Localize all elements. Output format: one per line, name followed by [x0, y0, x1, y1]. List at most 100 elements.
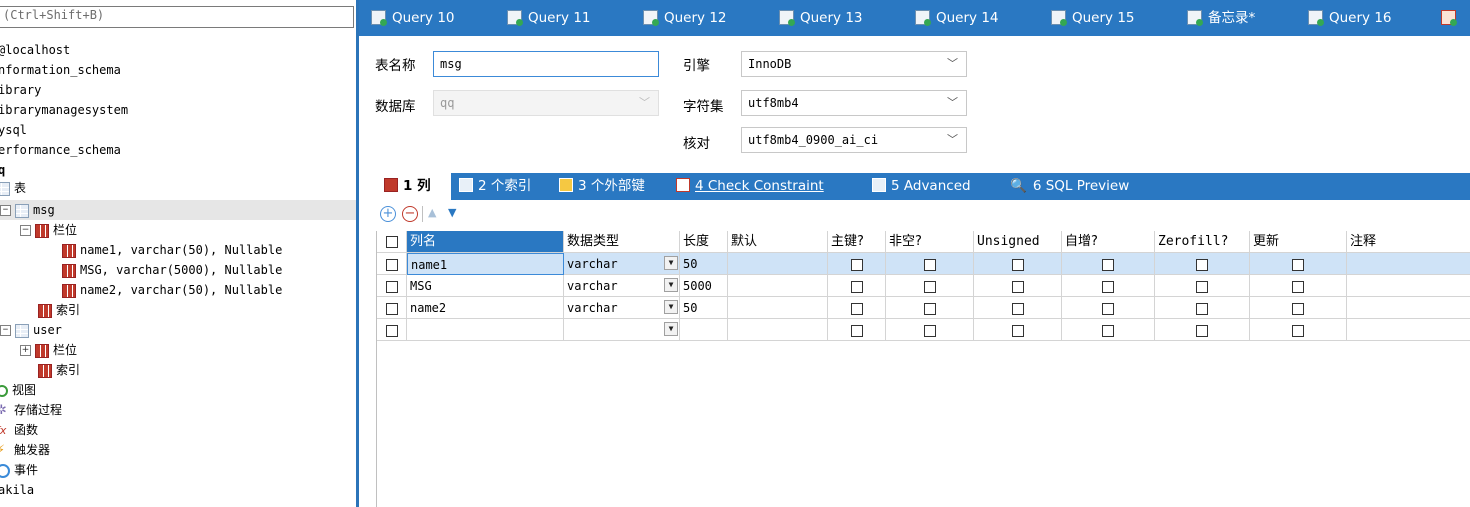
expand-icon[interactable]: + [20, 345, 31, 356]
table-row[interactable]: ▼ [377, 319, 1470, 341]
data-type-cell[interactable]: varchar ▼ [564, 275, 680, 297]
default-cell[interactable] [728, 297, 828, 319]
column-name-cell[interactable]: MSG [407, 275, 564, 297]
move-down-icon[interactable]: ▼ [448, 206, 456, 219]
tree-node-qq[interactable]: q [0, 160, 5, 180]
not-null-checkbox[interactable] [923, 324, 936, 337]
tab-sql-preview[interactable]: 🔍 6 SQL Preview [1010, 173, 1129, 200]
tree-node-msg-indexes[interactable]: 索引 [38, 300, 80, 320]
tree-node-tables[interactable]: 表 [0, 178, 26, 198]
default-cell[interactable] [728, 275, 828, 297]
table-name-input[interactable]: msg [433, 51, 659, 77]
add-column-icon[interactable]: + [380, 206, 396, 222]
auto-increment-checkbox[interactable] [1102, 258, 1114, 271]
primary-key-checkbox[interactable] [850, 280, 863, 293]
default-cell[interactable] [728, 253, 828, 275]
on-update-cell[interactable] [1250, 253, 1347, 275]
row-checkbox[interactable] [385, 258, 398, 271]
tree-node-mysql[interactable]: ysql [0, 120, 27, 140]
tree-node-msg-columns[interactable]: − 栏位 [20, 220, 77, 240]
navigator-search-input[interactable]: (Ctrl+Shift+B) [0, 6, 354, 28]
tab-query-14[interactable]: Query 14 [915, 0, 999, 36]
collapse-icon[interactable]: − [0, 205, 11, 216]
on-update-cell[interactable] [1250, 275, 1347, 297]
tree-node-sakila[interactable]: akila [0, 480, 34, 500]
header-comment[interactable]: 注释 [1347, 231, 1470, 253]
column-name-cell[interactable]: name2 [407, 297, 564, 319]
row-select-cell[interactable] [377, 319, 407, 341]
data-type-cell[interactable]: ▼ [564, 319, 680, 341]
tree-node-column-msg[interactable]: MSG, varchar(5000), Nullable [62, 260, 282, 280]
table-row[interactable]: name2 varchar ▼ 50 [377, 297, 1470, 319]
zerofill-cell[interactable] [1155, 319, 1250, 341]
zerofill-checkbox[interactable] [1196, 324, 1208, 337]
row-select-cell[interactable] [377, 275, 407, 297]
header-not-null[interactable]: 非空? [886, 231, 974, 253]
tab-query-13[interactable]: Query 13 [779, 0, 863, 36]
auto-increment-checkbox[interactable] [1102, 324, 1114, 337]
primary-key-cell[interactable] [828, 275, 886, 297]
default-cell[interactable] [728, 319, 828, 341]
database-select[interactable]: qq ﹀ [433, 90, 659, 116]
on-update-cell[interactable] [1250, 319, 1347, 341]
on-update-checkbox[interactable] [1292, 324, 1304, 337]
auto-increment-cell[interactable] [1062, 319, 1155, 341]
header-default[interactable]: 默认 [728, 231, 828, 253]
charset-select[interactable]: utf8mb4 ﹀ [741, 90, 967, 116]
comment-cell[interactable] [1347, 319, 1470, 341]
tree-node-column-name2[interactable]: name2, varchar(50), Nullable [62, 280, 282, 300]
unsigned-cell[interactable] [974, 253, 1062, 275]
tab-foreign-keys[interactable]: 3 个外部键 [559, 173, 645, 200]
unsigned-cell[interactable] [974, 297, 1062, 319]
remove-column-icon[interactable]: − [402, 206, 418, 222]
header-auto-increment[interactable]: 自增? [1062, 231, 1155, 253]
tree-node-functions[interactable]: fx 函数 [0, 420, 38, 440]
tab-indexes[interactable]: 2 个索引 [459, 173, 531, 200]
zerofill-cell[interactable] [1155, 297, 1250, 319]
zerofill-cell[interactable] [1155, 275, 1250, 297]
collapse-icon[interactable]: − [0, 325, 11, 336]
tree-node-information-schema[interactable]: nformation_schema [0, 60, 121, 80]
not-null-cell[interactable] [886, 297, 974, 319]
not-null-cell[interactable] [886, 319, 974, 341]
tab-query-10[interactable]: Query 10 [371, 0, 455, 36]
header-column-name[interactable]: 列名 [407, 231, 564, 253]
table-row[interactable]: name1 varchar ▼ 50 [377, 253, 1470, 275]
not-null-cell[interactable] [886, 253, 974, 275]
tree-node-user-columns[interactable]: + 栏位 [20, 340, 77, 360]
tree-node-column-name1[interactable]: name1, varchar(50), Nullable [62, 240, 282, 260]
row-select-cell[interactable] [377, 253, 407, 275]
unsigned-checkbox[interactable] [1011, 258, 1024, 271]
column-name-cell[interactable]: name1 [407, 253, 564, 275]
auto-increment-cell[interactable] [1062, 297, 1155, 319]
tree-node-user-indexes[interactable]: 索引 [38, 360, 80, 380]
unsigned-checkbox[interactable] [1011, 302, 1024, 315]
tree-node-localhost[interactable]: @localhost [0, 40, 70, 60]
tree-node-user[interactable]: − user [0, 320, 62, 340]
tab-query-16[interactable]: Query 16 [1308, 0, 1392, 36]
zerofill-checkbox[interactable] [1196, 258, 1208, 271]
auto-increment-checkbox[interactable] [1102, 302, 1114, 315]
row-checkbox[interactable] [385, 324, 398, 337]
tree-node-library[interactable]: ibrary [0, 80, 41, 100]
select-all-checkbox[interactable] [385, 235, 398, 248]
row-select-cell[interactable] [377, 297, 407, 319]
chevron-down-icon[interactable]: ▼ [664, 278, 678, 292]
chevron-down-icon[interactable]: ▼ [664, 322, 678, 336]
move-up-icon[interactable]: ▲ [428, 206, 436, 219]
comment-cell[interactable] [1347, 253, 1470, 275]
on-update-cell[interactable] [1250, 297, 1347, 319]
table-row[interactable]: MSG varchar ▼ 5000 [377, 275, 1470, 297]
length-cell[interactable]: 50 [680, 297, 728, 319]
primary-key-checkbox[interactable] [850, 324, 863, 337]
primary-key-cell[interactable] [828, 297, 886, 319]
tab-advanced[interactable]: 5 Advanced [872, 173, 971, 200]
primary-key-cell[interactable] [828, 319, 886, 341]
on-update-checkbox[interactable] [1292, 258, 1304, 271]
unsigned-checkbox[interactable] [1011, 280, 1024, 293]
not-null-checkbox[interactable] [923, 258, 936, 271]
unsigned-cell[interactable] [974, 319, 1062, 341]
header-on-update[interactable]: 更新 [1250, 231, 1347, 253]
comment-cell[interactable] [1347, 297, 1470, 319]
select-all-cell[interactable] [377, 231, 407, 253]
